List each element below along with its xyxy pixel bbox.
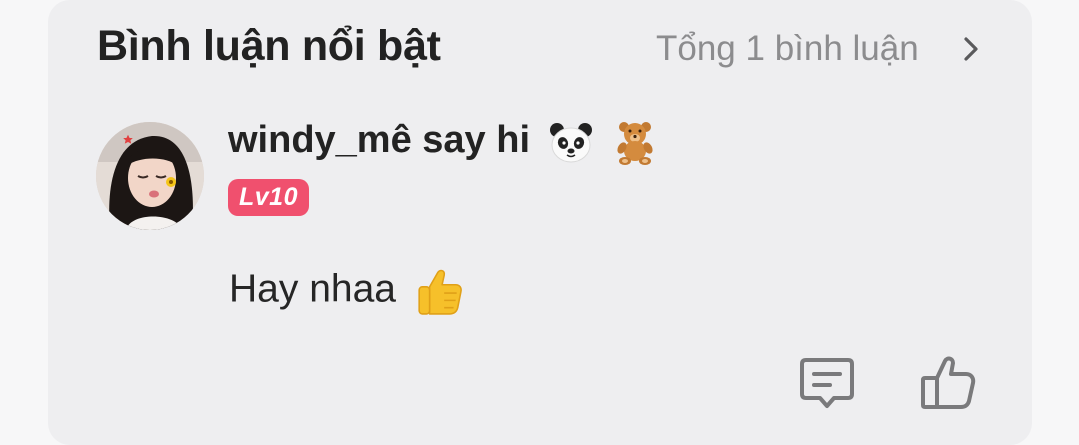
comment-text-content: Hay nhaa — [229, 267, 396, 311]
username-text: windy_mê say hi — [228, 119, 531, 162]
comment-text: Hay nhaa — [229, 266, 465, 316]
level-badge: Lv10 — [228, 179, 309, 216]
user-avatar[interactable] — [96, 122, 204, 230]
chevron-right-icon[interactable] — [956, 34, 986, 64]
comment-reply-icon[interactable] — [798, 354, 856, 412]
avatar-image — [96, 122, 204, 230]
teddy-bear-emoji-icon — [617, 122, 653, 165]
total-comments-link[interactable]: Tổng 1 bình luận — [656, 29, 919, 69]
panda-emoji-icon — [549, 123, 592, 163]
featured-comments-card: Bình luận nổi bật Tổng 1 bình luận windy… — [48, 0, 1032, 445]
thumbs-up-emoji-icon — [418, 269, 462, 315]
thumbs-up-outline-icon[interactable] — [918, 352, 978, 412]
section-title: Bình luận nổi bật — [97, 22, 441, 70]
comment-username[interactable]: windy_mê say hi — [228, 118, 659, 166]
